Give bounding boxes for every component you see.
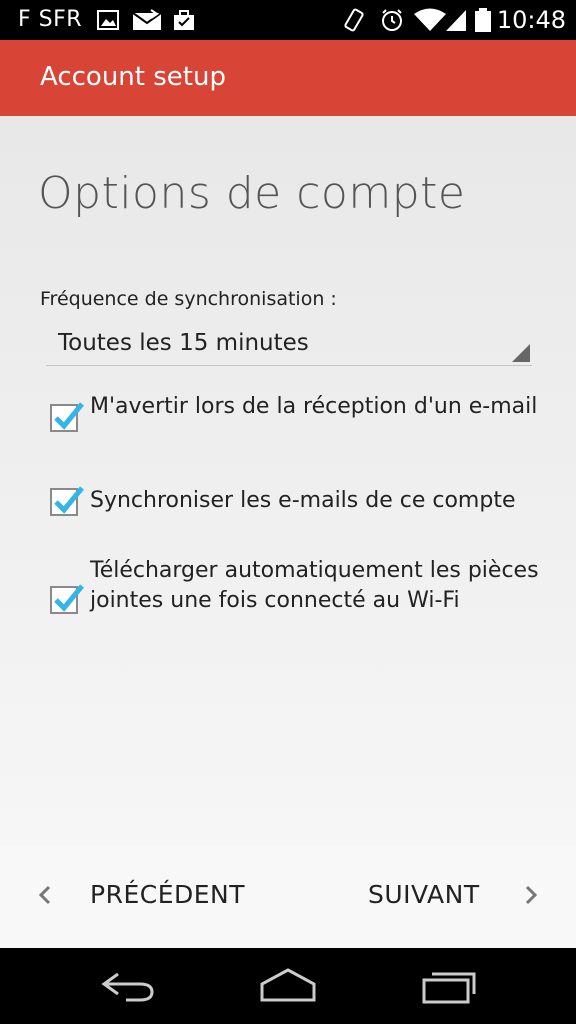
wifi-icon [414,8,446,31]
next-button[interactable]: SUIVANT [288,846,576,948]
sync-frequency-dropdown[interactable]: Toutes les 15 minutes [46,324,532,366]
sync-frequency-label: Fréquence de synchronisation : [40,288,337,310]
sync-frequency-value: Toutes les 15 minutes [58,330,309,356]
mail-icon [132,9,162,30]
checkmark-icon [54,486,84,514]
next-label: SUIVANT [368,880,480,909]
alarm-icon [382,9,402,31]
sync-checkbox[interactable] [50,486,84,516]
button-bar: PRÉCÉDENT SUIVANT [0,846,576,948]
checkmark-icon [54,402,84,430]
auto-download-option[interactable]: Télécharger automatiquement les pièces j… [50,556,550,650]
home-icon[interactable] [256,966,320,1006]
signal-icon [446,10,466,31]
navigation-bar [0,948,576,1024]
recents-icon[interactable] [420,966,480,1006]
battery-icon [475,8,491,32]
notify-on-email-option[interactable]: M'avertir lors de la réception d'un e-ma… [50,392,550,456]
previous-label: PRÉCÉDENT [90,880,246,909]
image-icon [97,10,119,30]
auto-download-checkbox[interactable] [50,584,84,614]
checkmark-icon [54,584,84,612]
sync-emails-option[interactable]: Synchroniser les e-mails de ce compte [50,486,550,520]
notify-checkbox[interactable] [50,402,84,432]
chevron-left-icon [38,885,51,905]
sync-label: Synchroniser les e-mails de ce compte [90,488,516,513]
chevron-right-icon [525,885,538,905]
status-bar: F SFR 10:48 [0,0,576,40]
action-bar-title: Account setup [40,62,226,92]
account-options-form: Options de compte Fréquence de synchroni… [0,116,576,846]
dropdown-arrow-icon [512,344,530,362]
carrier-label: F SFR [18,7,83,32]
notify-label: M'avertir lors de la réception d'un e-ma… [90,394,538,419]
page-title: Options de compte [38,168,466,219]
clock: 10:48 [496,6,566,34]
vibrate-icon [344,8,364,32]
back-icon[interactable] [98,966,158,1006]
action-bar: Account setup [0,40,576,116]
briefcase-icon [174,10,194,30]
previous-button[interactable]: PRÉCÉDENT [0,846,288,948]
auto-download-label: Télécharger automatiquement les pièces j… [90,558,539,613]
